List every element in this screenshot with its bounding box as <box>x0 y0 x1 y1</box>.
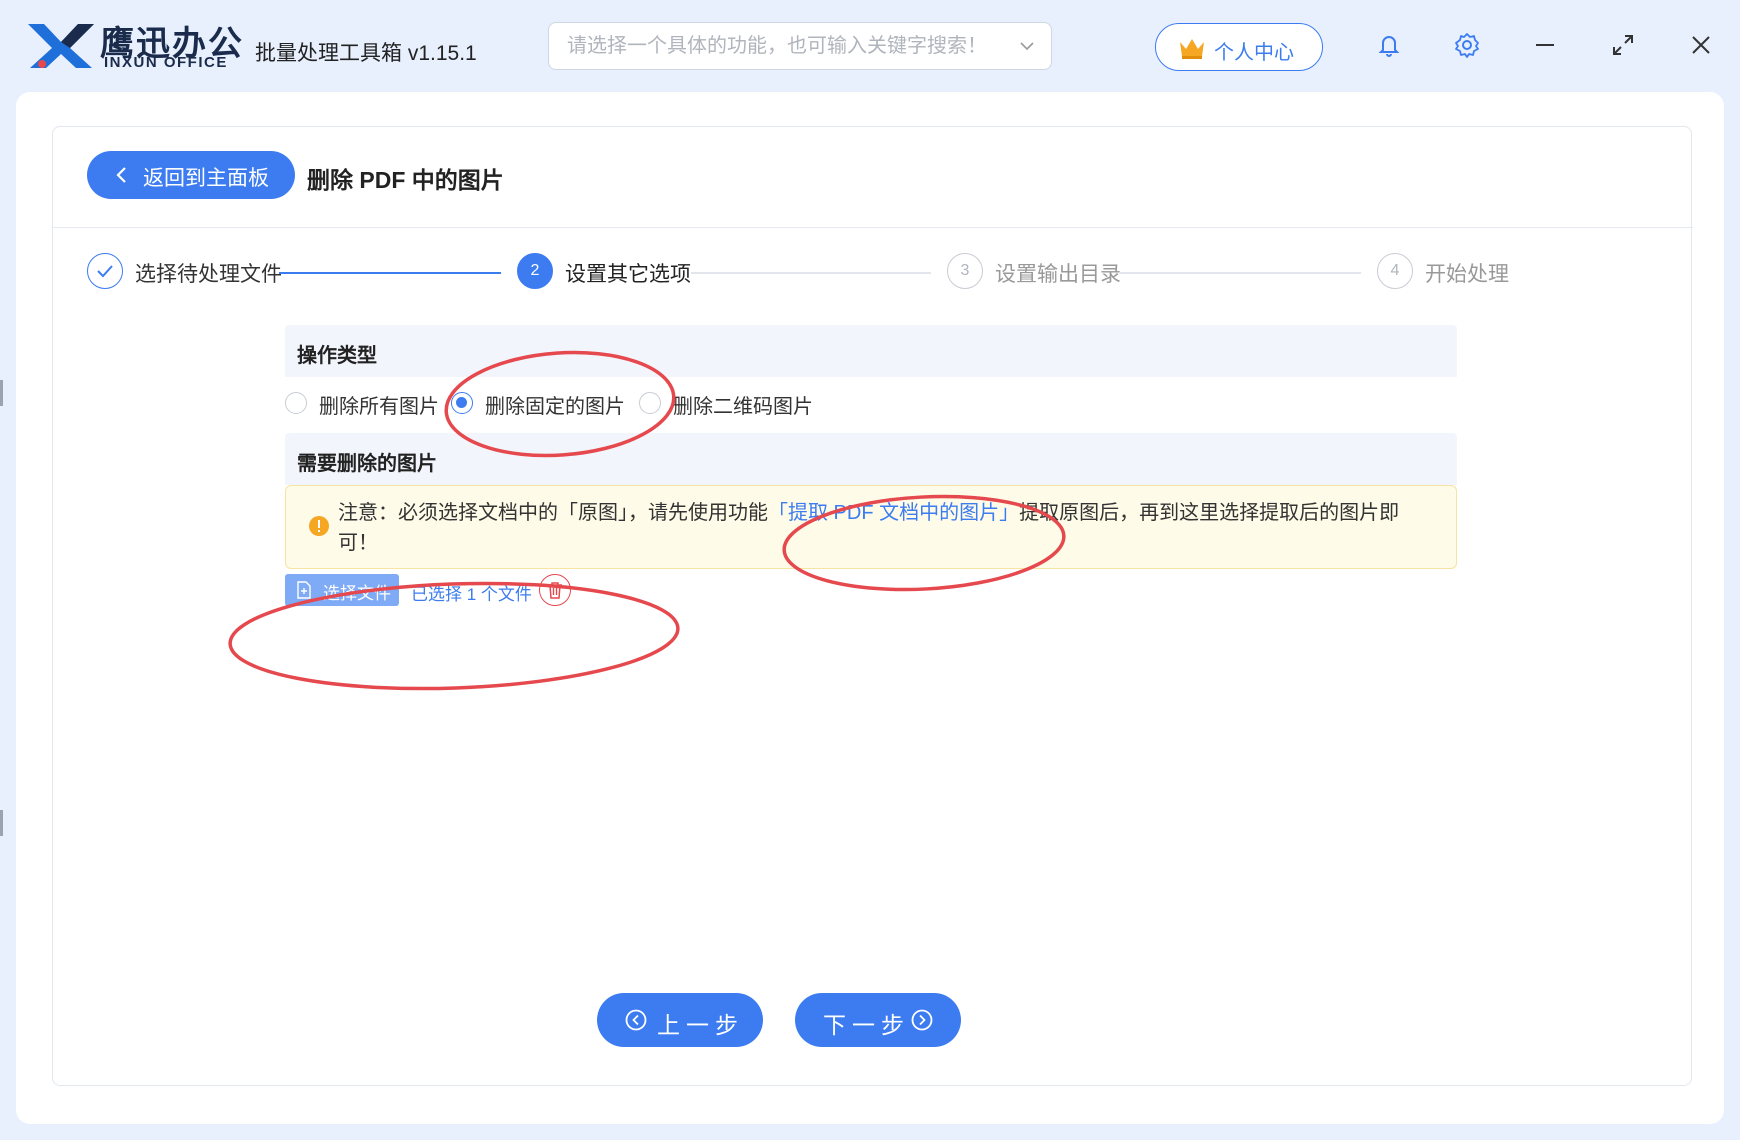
function-search[interactable] <box>548 22 1052 70</box>
select-file-button[interactable]: 选择文件 <box>285 574 399 606</box>
next-step-button[interactable]: 下一步 <box>795 993 961 1047</box>
page-title: 删除 PDF 中的图片 <box>307 167 504 193</box>
step-connector <box>279 272 501 274</box>
step-connector <box>1119 272 1361 274</box>
next-label: 下一步 <box>823 1012 910 1038</box>
gear-icon[interactable] <box>1452 30 1482 60</box>
selected-count[interactable]: 已选择 1 个文件 <box>411 580 532 605</box>
search-input[interactable] <box>567 23 1007 69</box>
radio-button[interactable] <box>451 392 473 414</box>
extract-images-link[interactable]: 「提取 PDF 文档中的图片」 <box>768 502 1019 524</box>
maximize-icon[interactable] <box>1608 30 1638 60</box>
notice-text: 注意：必须选择文档中的「原图」，请先使用功能「提取 PDF 文档中的图片」提取原… <box>338 498 1438 558</box>
app-logo-icon <box>28 24 94 68</box>
check-icon <box>87 253 123 289</box>
back-to-dashboard-button[interactable]: 返回到主面板 <box>87 151 295 199</box>
brand-name-en: INXUN OFFICE <box>104 54 228 71</box>
notice-text-part: 注意：必须选择文档中的「原图」，请先使用功能 <box>338 502 768 524</box>
trash-icon <box>548 582 562 599</box>
section-label: 操作类型 <box>297 345 377 367</box>
step-label: 开始处理 <box>1425 263 1509 286</box>
step-number: 4 <box>1377 253 1413 289</box>
section-label: 需要删除的图片 <box>297 453 437 475</box>
radio-button[interactable] <box>285 392 307 414</box>
radio-label: 删除二维码图片 <box>673 396 813 418</box>
bell-icon[interactable] <box>1374 30 1404 60</box>
app-title: 批量处理工具箱 v1.15.1 <box>255 42 477 65</box>
warning-icon <box>309 516 329 536</box>
step-label: 选择待处理文件 <box>135 263 282 286</box>
radio-button[interactable] <box>639 392 661 414</box>
task-panel: 返回到主面板 删除 PDF 中的图片 选择待处理文件 2 设置其它选项 3 设置… <box>52 126 1693 1086</box>
chevron-left-icon <box>116 167 126 183</box>
back-label: 返回到主面板 <box>143 167 269 190</box>
title-bar: 鹰迅办公 INXUN OFFICE 批量处理工具箱 v1.15.1 个人中心 <box>0 0 1740 92</box>
select-file-label: 选择文件 <box>323 584 391 603</box>
chevron-down-icon[interactable] <box>1017 36 1037 56</box>
step-number: 3 <box>947 253 983 289</box>
previous-step-button[interactable]: 上一步 <box>597 993 763 1047</box>
main-content: 返回到主面板 删除 PDF 中的图片 选择待处理文件 2 设置其它选项 3 设置… <box>16 92 1724 1124</box>
step-number: 2 <box>517 253 553 289</box>
minimize-icon[interactable] <box>1530 30 1560 60</box>
close-icon[interactable] <box>1686 30 1716 60</box>
crown-icon <box>1180 39 1204 59</box>
step-connector <box>691 272 931 274</box>
chevron-circle-left-icon <box>625 1009 647 1031</box>
clear-files-button[interactable] <box>539 574 571 606</box>
header-divider <box>53 227 1693 228</box>
operation-type-header: 操作类型 <box>285 325 1457 377</box>
step-label: 设置输出目录 <box>995 263 1121 286</box>
user-center-label: 个人中心 <box>1214 42 1294 64</box>
window-edge-mark <box>0 810 3 836</box>
images-to-delete-header: 需要删除的图片 <box>285 433 1457 485</box>
previous-label: 上一步 <box>657 1012 744 1038</box>
radio-label: 删除固定的图片 <box>485 396 625 418</box>
step-label: 设置其它选项 <box>565 263 691 286</box>
chevron-circle-right-icon <box>911 1009 933 1031</box>
user-center-button[interactable]: 个人中心 <box>1155 23 1323 71</box>
file-add-icon <box>297 581 311 599</box>
window-edge-mark <box>0 380 3 406</box>
radio-label: 删除所有图片 <box>319 396 439 418</box>
notice-box: 注意：必须选择文档中的「原图」，请先使用功能「提取 PDF 文档中的图片」提取原… <box>285 485 1457 569</box>
